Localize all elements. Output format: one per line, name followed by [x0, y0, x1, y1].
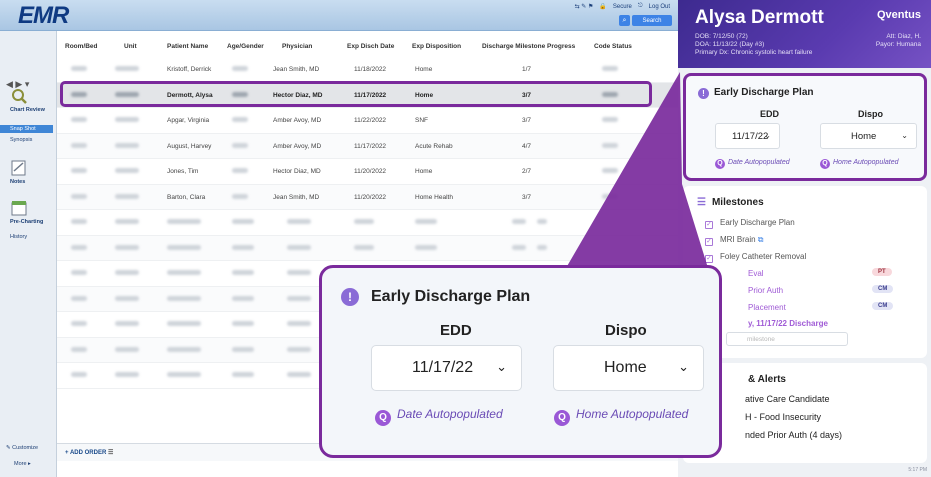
zoom-edd-autopopulated-note: Q Date Autopopulated — [375, 407, 503, 426]
info-icon: ! — [341, 288, 359, 306]
qventus-q-icon: Q — [554, 410, 570, 426]
zoom-edd-value: 11/17/22 — [412, 359, 474, 376]
zoom-dispo-value: Home — [604, 359, 647, 376]
zoom-dispo-label: Dispo — [605, 322, 647, 339]
zoom-dispo-autopopulated-note: Q Home Autopopulated — [554, 407, 688, 426]
zoom-edd-select: 11/17/22 ⌄ — [371, 345, 522, 391]
zoom-dispo-select: Home ⌄ — [553, 345, 704, 391]
qventus-q-icon: Q — [375, 410, 391, 426]
chevron-down-icon: ⌄ — [678, 359, 689, 374]
chevron-down-icon: ⌄ — [496, 359, 507, 374]
zoom-callout: ! Early Discharge Plan EDD Dispo 11/17/22… — [319, 265, 722, 458]
zoom-edd-label: EDD — [440, 322, 472, 339]
zoom-discharge-plan-title: ! Early Discharge Plan — [341, 288, 530, 306]
